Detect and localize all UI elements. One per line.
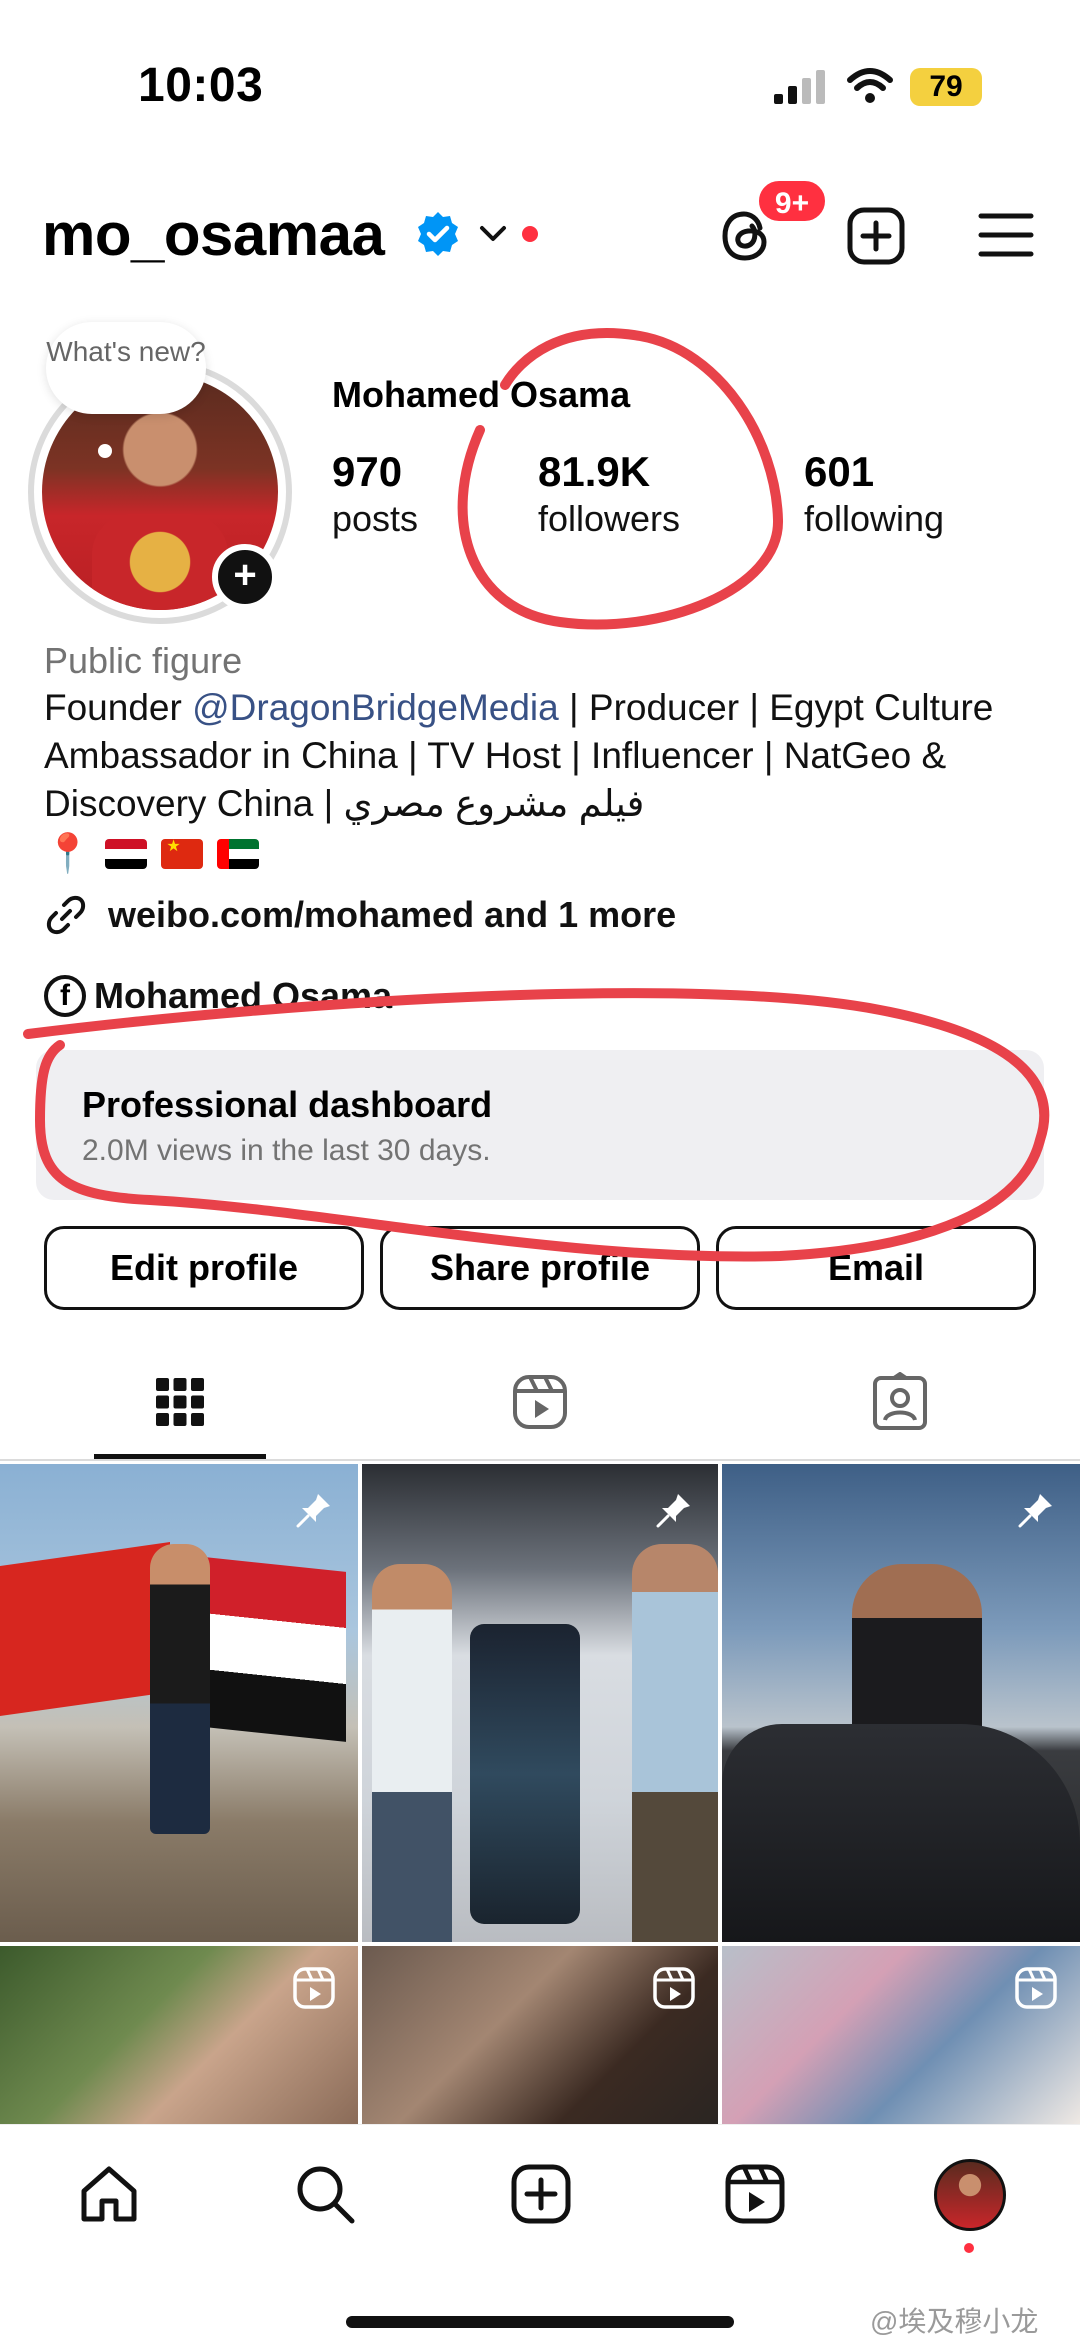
tab-divider <box>0 1459 1080 1461</box>
bio-mention-link[interactable]: @DragonBridgeMedia <box>192 687 559 728</box>
status-bar: 10:03 79 <box>0 0 1080 150</box>
facebook-link[interactable]: f Mohamed Osama <box>44 974 392 1018</box>
search-icon[interactable] <box>292 2161 358 2227</box>
edit-profile-button[interactable]: Edit profile <box>44 1226 364 1310</box>
threads-notification-badge: 9+ <box>756 178 828 224</box>
car-image <box>722 1724 1080 1942</box>
verified-badge-icon <box>418 212 458 256</box>
cellular-signal-icon <box>774 70 825 104</box>
reel-indicator-icon <box>1015 1967 1057 2009</box>
dashboard-title: Professional dashboard <box>82 1084 493 1125</box>
person-image <box>852 1564 982 1744</box>
grid-post-3[interactable] <box>722 1464 1080 1942</box>
home-icon[interactable] <box>76 2161 142 2227</box>
share-profile-button[interactable]: Share profile <box>380 1226 700 1310</box>
status-time: 10:03 <box>138 59 264 112</box>
profile-avatar[interactable] <box>934 2159 1006 2231</box>
egypt-flag-image <box>196 1556 346 1742</box>
profile-full-name: Mohamed Osama <box>332 374 631 415</box>
grid-post-2[interactable] <box>362 1464 718 1942</box>
battery-indicator: 79 <box>910 68 982 106</box>
note-bubble[interactable]: What's new? <box>46 322 206 414</box>
stat-following-value: 601 <box>804 448 875 495</box>
stat-posts[interactable]: 970 posts <box>332 448 418 542</box>
professional-dashboard-card[interactable]: Professional dashboard 2.0M views in the… <box>36 1050 1044 1200</box>
notification-dot <box>964 2243 974 2253</box>
account-switch-chevron-icon[interactable] <box>478 222 508 246</box>
notification-dot <box>522 226 538 242</box>
facebook-name[interactable]: Mohamed Osama <box>94 975 392 1017</box>
smart-mirror-image <box>470 1624 580 1924</box>
grid-post-4[interactable] <box>0 1946 358 2124</box>
reel-indicator-icon <box>293 1967 335 2009</box>
pinned-icon <box>656 1494 690 1528</box>
stat-posts-label: posts <box>332 498 419 539</box>
grid-post-1[interactable] <box>0 1464 358 1942</box>
stat-posts-value: 970 <box>332 448 403 495</box>
stat-followers-label: followers <box>538 498 681 539</box>
bio-prefix: Founder <box>44 687 193 728</box>
person-image <box>372 1564 452 1942</box>
tagged-icon[interactable] <box>870 1372 930 1432</box>
add-story-plus-icon[interactable]: + <box>212 544 278 610</box>
stat-following[interactable]: 601 following <box>804 448 944 542</box>
reel-indicator-icon <box>653 1967 695 2009</box>
home-indicator <box>346 2316 734 2328</box>
link-icon <box>46 895 86 935</box>
note-bubble-tail <box>98 444 112 458</box>
reels-icon[interactable] <box>722 2161 788 2227</box>
profile-links[interactable]: weibo.com/mohamed and 1 more <box>44 890 676 940</box>
grid-post-6[interactable] <box>722 1946 1080 2124</box>
create-icon[interactable] <box>508 2161 574 2227</box>
person-image <box>632 1544 718 1942</box>
uae-flag-icon <box>217 839 260 869</box>
email-button[interactable]: Email <box>716 1226 1036 1310</box>
reels-tab-icon[interactable] <box>510 1372 570 1432</box>
egypt-flag-icon <box>105 839 148 869</box>
facebook-icon: f <box>44 975 86 1017</box>
profile-username[interactable]: mo_osamaa <box>42 200 385 269</box>
grid-post-5[interactable] <box>362 1946 718 2124</box>
round-pushpin-icon: 📍 <box>44 833 92 875</box>
stat-followers[interactable]: 81.9K followers <box>538 448 680 542</box>
wifi-icon <box>847 68 893 103</box>
stat-following-label: following <box>804 498 945 539</box>
grid-icon[interactable] <box>150 1372 210 1432</box>
profile-category: Public figure <box>44 640 243 681</box>
dashboard-subtitle: 2.0M views in the last 30 days. <box>82 1134 491 1167</box>
watermark: @埃及穆小龙 <box>870 2306 1039 2337</box>
china-flag-icon <box>161 839 204 869</box>
profile-bio: Founder @DragonBridgeMedia | Producer | … <box>44 684 1044 828</box>
china-flag-image <box>0 1542 170 1716</box>
person-image <box>150 1544 210 1834</box>
pinned-icon <box>296 1494 330 1528</box>
hamburger-menu-icon[interactable] <box>978 210 1034 260</box>
posts-grid <box>0 1464 1080 2124</box>
create-post-icon[interactable] <box>846 206 906 266</box>
bio-emoji-row: 📍 <box>44 833 260 875</box>
stat-followers-value: 81.9K <box>538 448 651 495</box>
pinned-icon <box>1018 1494 1052 1528</box>
profile-link-text[interactable]: weibo.com/mohamed and 1 more <box>108 894 676 936</box>
